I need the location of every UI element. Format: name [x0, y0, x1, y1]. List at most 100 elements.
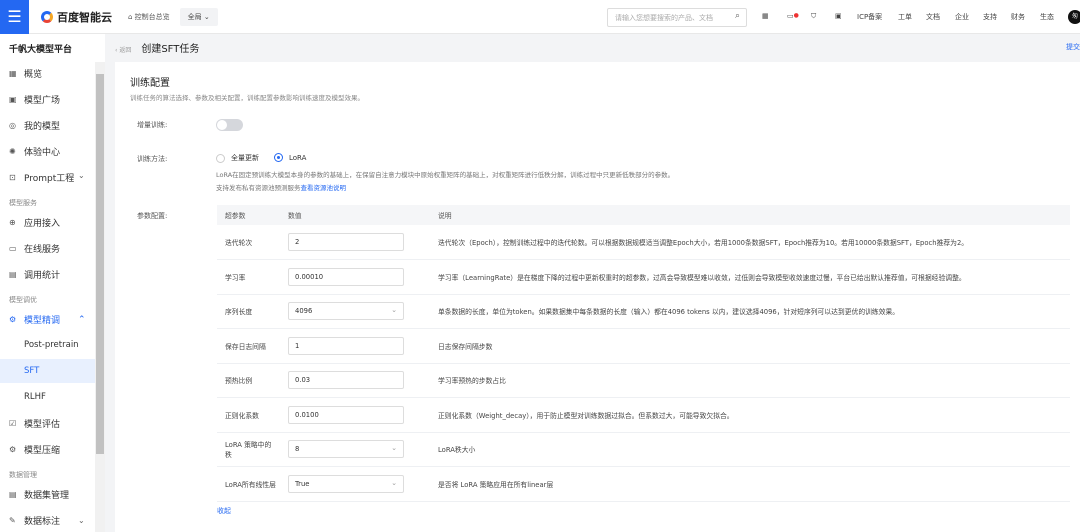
sidebar-item[interactable]: ◎ 我的模型: [9, 119, 60, 132]
sidebar-item[interactable]: ✺ 体验中心: [9, 145, 60, 158]
sidebar-item[interactable]: ▤ 数据集管理: [9, 488, 69, 501]
sidebar-scrollbar[interactable]: [95, 62, 105, 532]
chevron-down-icon[interactable]: ⌄: [78, 171, 85, 180]
sidebar-subitem[interactable]: SFT: [24, 366, 39, 376]
scope-select[interactable]: 全局 ⌄: [179, 7, 218, 26]
sidebar: 千帆大模型平台 ▦ 概览 ▣ 模型广场 ◎ 我的模型 ✺ 体验中心 ⊡ Prompt工程 ⌄ 模型服务…: [0, 34, 105, 532]
sidebar-item[interactable]: ▣ 模型广场: [9, 93, 60, 106]
nav-icon: ☑: [9, 419, 17, 428]
section-desc: 训练任务的算法选择、参数及相关配置，训练配置参数影响训练速度及模型效果。: [130, 94, 364, 102]
menu-button[interactable]: ☰: [0, 0, 29, 34]
nav-icon: ▭: [9, 244, 17, 253]
nav-icon: ✺: [9, 147, 16, 156]
param-select[interactable]: 4096 ⌄: [288, 302, 404, 321]
table-row: 迭代轮次 2 迭代轮次（Epoch），控制训练过程中的迭代轮数。可以根据数据规模…: [217, 225, 1070, 260]
sidebar-item[interactable]: ⊡ Prompt工程: [9, 171, 74, 184]
sidebar-item-tuning[interactable]: ⚙ 模型精调 ⌃: [9, 313, 86, 327]
page-title: 创建SFT任务: [141, 44, 200, 55]
param-desc: 单条数据的长度，单位为token。如果数据集中每条数据的长度（输入）都在4096…: [430, 294, 1070, 329]
topnav-link[interactable]: 文档: [926, 12, 940, 22]
sidebar-item[interactable]: ✎ 数据标注: [9, 514, 60, 527]
cart-icon[interactable]: ⛉: [811, 12, 816, 21]
param-desc: 迭代轮次（Epoch），控制训练过程中的迭代轮数。可以根据数据规模适当调整Epo…: [430, 225, 1070, 260]
table-row: LoRA所有线性层 True ⌄ 是否将 LoRA 策略应用在所有linear层: [217, 466, 1070, 502]
sidebar-item[interactable]: ⚙ 模型压缩: [9, 443, 60, 456]
param-input[interactable]: 1: [288, 336, 404, 355]
sidebar-item[interactable]: ▤ 调用统计: [9, 268, 60, 281]
param-desc: 是否将 LoRA 策略应用在所有linear层: [430, 466, 1070, 502]
platform-title: 千帆大模型平台: [9, 45, 73, 55]
param-desc: 学习率预热的步数占比: [430, 363, 1070, 398]
nav-icon: ▦: [9, 69, 17, 78]
radio-checked-icon: [274, 153, 283, 162]
param-input[interactable]: 0.03: [288, 371, 404, 390]
billing-icon[interactable]: ▣: [835, 12, 842, 20]
table-row: LoRA 策略中的秩 8 ⌄ LoRA秩大小: [217, 432, 1070, 467]
param-input[interactable]: 2: [288, 233, 404, 251]
topnav-link[interactable]: 支持: [983, 12, 997, 22]
param-input[interactable]: 0.0100: [288, 405, 404, 424]
section-label: 数据管理: [9, 471, 37, 479]
param-input[interactable]: 0.00010: [288, 267, 404, 286]
chevron-down-icon: ⌄: [391, 478, 397, 487]
pool-link[interactable]: 查看资源池说明: [301, 184, 347, 192]
nav-icon: ▤: [9, 270, 17, 279]
radio-full-update[interactable]: 全量更新: [216, 153, 259, 163]
message-icon[interactable]: ▭●: [787, 12, 799, 20]
nav-icon: ⊡: [9, 173, 16, 182]
table-row: 保存日志间隔 1 日志保存间隔步数: [217, 328, 1070, 364]
col-header: 说明: [430, 205, 1070, 225]
sidebar-item[interactable]: ▦ 概览: [9, 67, 42, 80]
param-name: 迭代轮次: [217, 225, 280, 260]
logo[interactable]: 百度智能云: [41, 9, 112, 25]
table-row: 预热比例 0.03 学习率预热的步数占比: [217, 363, 1070, 398]
submit-button[interactable]: 提交: [1066, 42, 1080, 52]
sidebar-subitem[interactable]: Post-pretrain: [24, 340, 79, 350]
section-title: 训练配置: [130, 78, 170, 89]
chevron-down-icon[interactable]: ⌄: [78, 516, 85, 525]
param-desc: 日志保存间隔步数: [430, 328, 1070, 364]
params-table: 超参数 数值 说明 迭代轮次 2 迭代轮次（Epoch），控制训练过程中的迭代轮…: [217, 205, 1070, 502]
topnav-link[interactable]: 企业: [955, 12, 969, 22]
search-icon[interactable]: ⌕: [735, 11, 740, 21]
grid-icon[interactable]: ▦: [762, 12, 769, 20]
chevron-up-icon: ⌃: [78, 314, 86, 325]
home-link[interactable]: ⌂ 控制台总览: [128, 12, 170, 22]
method-label: 训练方法:: [137, 155, 168, 163]
topnav-link[interactable]: 财务: [1011, 12, 1025, 22]
topnav-link[interactable]: 工单: [898, 12, 912, 22]
radio-lora[interactable]: LoRA: [274, 153, 306, 162]
back-link[interactable]: ‹ 返回: [115, 47, 131, 54]
param-desc: 学习率（LearningRate）是在梯度下降的过程中更新权重时的超参数，过高会…: [430, 259, 1070, 295]
param-name: LoRA所有线性层: [217, 466, 280, 502]
param-name: 预热比例: [217, 363, 280, 398]
param-select[interactable]: 8 ⌄: [288, 440, 404, 459]
search-input[interactable]: 请输入您想要搜索的产品、文档 ⌕: [607, 8, 747, 27]
sidebar-item[interactable]: ▭ 在线服务: [9, 242, 60, 255]
topnav-link[interactable]: ICP备案: [857, 12, 882, 22]
nav-icon: ◎: [9, 121, 16, 130]
collapse-link[interactable]: 收起: [217, 506, 231, 516]
param-desc: LoRA秩大小: [430, 432, 1070, 467]
sidebar-subitem[interactable]: RLHF: [24, 392, 46, 402]
training-config-card: 训练配置 训练任务的算法选择、参数及相关配置，训练配置参数影响训练速度及模型效果…: [115, 62, 1080, 532]
incremental-toggle[interactable]: [216, 119, 243, 131]
col-header: 数值: [280, 205, 430, 225]
incremental-label: 增量训练:: [137, 121, 168, 129]
topnav-link[interactable]: 生态: [1040, 12, 1054, 22]
nav-icon: ✎: [9, 516, 16, 525]
scrollbar-thumb[interactable]: [96, 74, 104, 454]
section-label: 模型服务: [9, 199, 37, 207]
nav-icon: ▤: [9, 490, 17, 499]
avatar[interactable]: 匆: [1068, 10, 1080, 24]
sidebar-item[interactable]: ☑ 模型评估: [9, 417, 60, 430]
toggle-knob: [217, 120, 227, 130]
param-name: LoRA 策略中的秩: [217, 432, 280, 467]
sidebar-item[interactable]: ⊕ 应用接入: [9, 216, 60, 229]
param-select[interactable]: True ⌄: [288, 474, 404, 493]
pool-note: 支持发布私有资源池预测服务查看资源池说明: [216, 184, 347, 192]
nav-icon: ⚙: [9, 445, 17, 454]
chevron-down-icon: ⌄: [391, 306, 397, 315]
chevron-down-icon: ⌄: [391, 444, 397, 453]
params-label: 参数配置:: [137, 212, 168, 220]
